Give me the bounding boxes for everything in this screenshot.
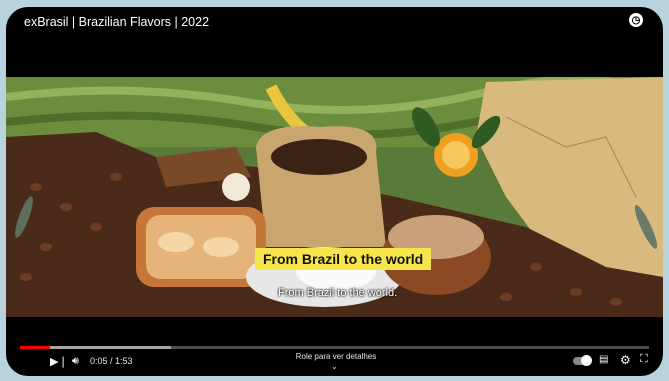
player-controls: ▶❘ 🔊︎ 0:05 / 1:53 Role para ver detalhes…	[6, 346, 663, 376]
chevron-down-icon[interactable]: ⌄	[331, 362, 338, 371]
video-caption: From Brazil to the world	[255, 248, 432, 270]
video-player[interactable]: exBrasil | Brazilian Flavors | 2022 ◷ Fr…	[6, 7, 663, 376]
captions-icon[interactable]: ▤	[599, 354, 608, 365]
play-icon[interactable]: ▶❘	[50, 355, 68, 368]
scroll-hint[interactable]: Role para ver detalhes	[291, 352, 381, 361]
autoplay-toggle[interactable]	[573, 355, 592, 366]
clock-icon[interactable]: ◷	[629, 13, 643, 27]
video-frame[interactable]: From Brazil to the world From Brazil to …	[6, 77, 663, 317]
video-scene	[6, 77, 663, 317]
progress-fill	[20, 346, 50, 349]
page-frame: exBrasil | Brazilian Flavors | 2022 ◷ Fr…	[0, 0, 669, 381]
time-display: 0:05 / 1:53	[90, 356, 133, 366]
subtitle-text: From Brazil to the world.	[278, 287, 398, 299]
progress-bar[interactable]	[20, 346, 649, 349]
fullscreen-icon[interactable]: ⛶	[640, 353, 648, 366]
gear-icon[interactable]: ⚙	[620, 353, 631, 367]
volume-icon[interactable]: 🔊︎	[72, 355, 79, 368]
video-title[interactable]: exBrasil | Brazilian Flavors | 2022	[24, 15, 209, 29]
